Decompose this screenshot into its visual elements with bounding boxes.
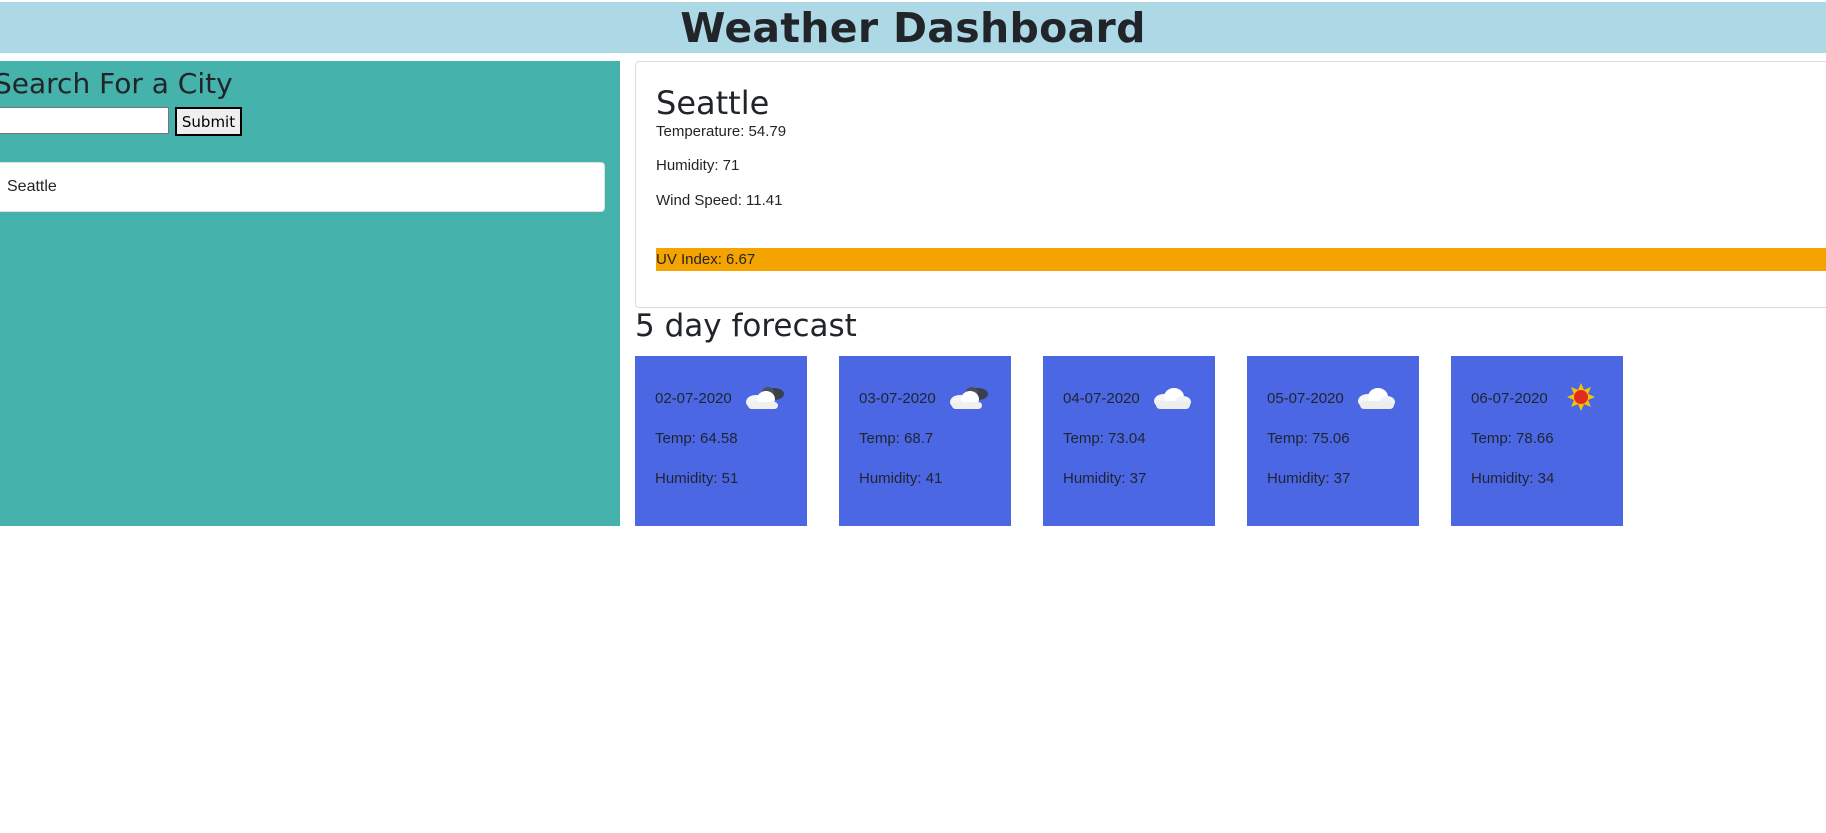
submit-button[interactable]: Submit <box>175 107 242 136</box>
forecast-temp: Temp: 64.58 <box>655 430 738 447</box>
forecast-card: 05-07-2020 Temp: 75.06 Humidity: 37 <box>1247 356 1419 526</box>
current-temperature: Temperature: 54.79 <box>656 123 787 140</box>
page-title: Weather Dashboard <box>680 3 1146 52</box>
current-city-name: Seattle <box>656 84 770 122</box>
sun-icon <box>1567 383 1595 411</box>
partly-cloudy-icon <box>746 387 784 409</box>
city-search-input[interactable] <box>0 107 169 134</box>
partly-cloudy-icon <box>950 387 988 409</box>
current-wind-speed: Wind Speed: 11.41 <box>656 192 783 209</box>
forecast-temp: Temp: 75.06 <box>1267 430 1350 447</box>
forecast-card: 02-07-2020 Temp: 64.58 Humidity: 51 <box>635 356 807 526</box>
forecast-temp: Temp: 78.66 <box>1471 430 1554 447</box>
forecast-humidity: Humidity: 37 <box>1063 470 1147 487</box>
forecast-humidity: Humidity: 37 <box>1267 470 1351 487</box>
forecast-date: 02-07-2020 <box>655 390 732 407</box>
uv-index-badge: UV Index: 6.67 <box>656 248 1826 271</box>
cloud-icon <box>1358 388 1395 409</box>
cloud-icon <box>1154 388 1191 409</box>
forecast-temp: Temp: 73.04 <box>1063 430 1146 447</box>
forecast-humidity: Humidity: 41 <box>859 470 943 487</box>
forecast-card: 04-07-2020 Temp: 73.04 Humidity: 37 <box>1043 356 1215 526</box>
forecast-date: 04-07-2020 <box>1063 390 1140 407</box>
forecast-date: 03-07-2020 <box>859 390 936 407</box>
forecast-humidity: Humidity: 51 <box>655 470 739 487</box>
forecast-humidity: Humidity: 34 <box>1471 470 1555 487</box>
search-heading: Search For a City <box>0 67 233 100</box>
forecast-temp: Temp: 68.7 <box>859 430 934 447</box>
current-weather-card: Seattle Temperature: 54.79 Humidity: 71 … <box>635 61 1826 308</box>
current-humidity: Humidity: 71 <box>656 157 740 174</box>
forecast-card: 06-07-2020 Temp: 78.66 Humidity: 34 <box>1451 356 1623 526</box>
forecast-date: 06-07-2020 <box>1471 390 1548 407</box>
forecast-card: 03-07-2020 Temp: 68.7 Humidity: 41 <box>839 356 1011 526</box>
forecast-title: 5 day forecast <box>635 308 857 344</box>
history-item-seattle[interactable]: Seattle <box>0 162 605 212</box>
page-header: Weather Dashboard <box>0 2 1826 53</box>
forecast-date: 05-07-2020 <box>1267 390 1344 407</box>
search-sidebar: Search For a City Submit Seattle <box>0 61 620 526</box>
